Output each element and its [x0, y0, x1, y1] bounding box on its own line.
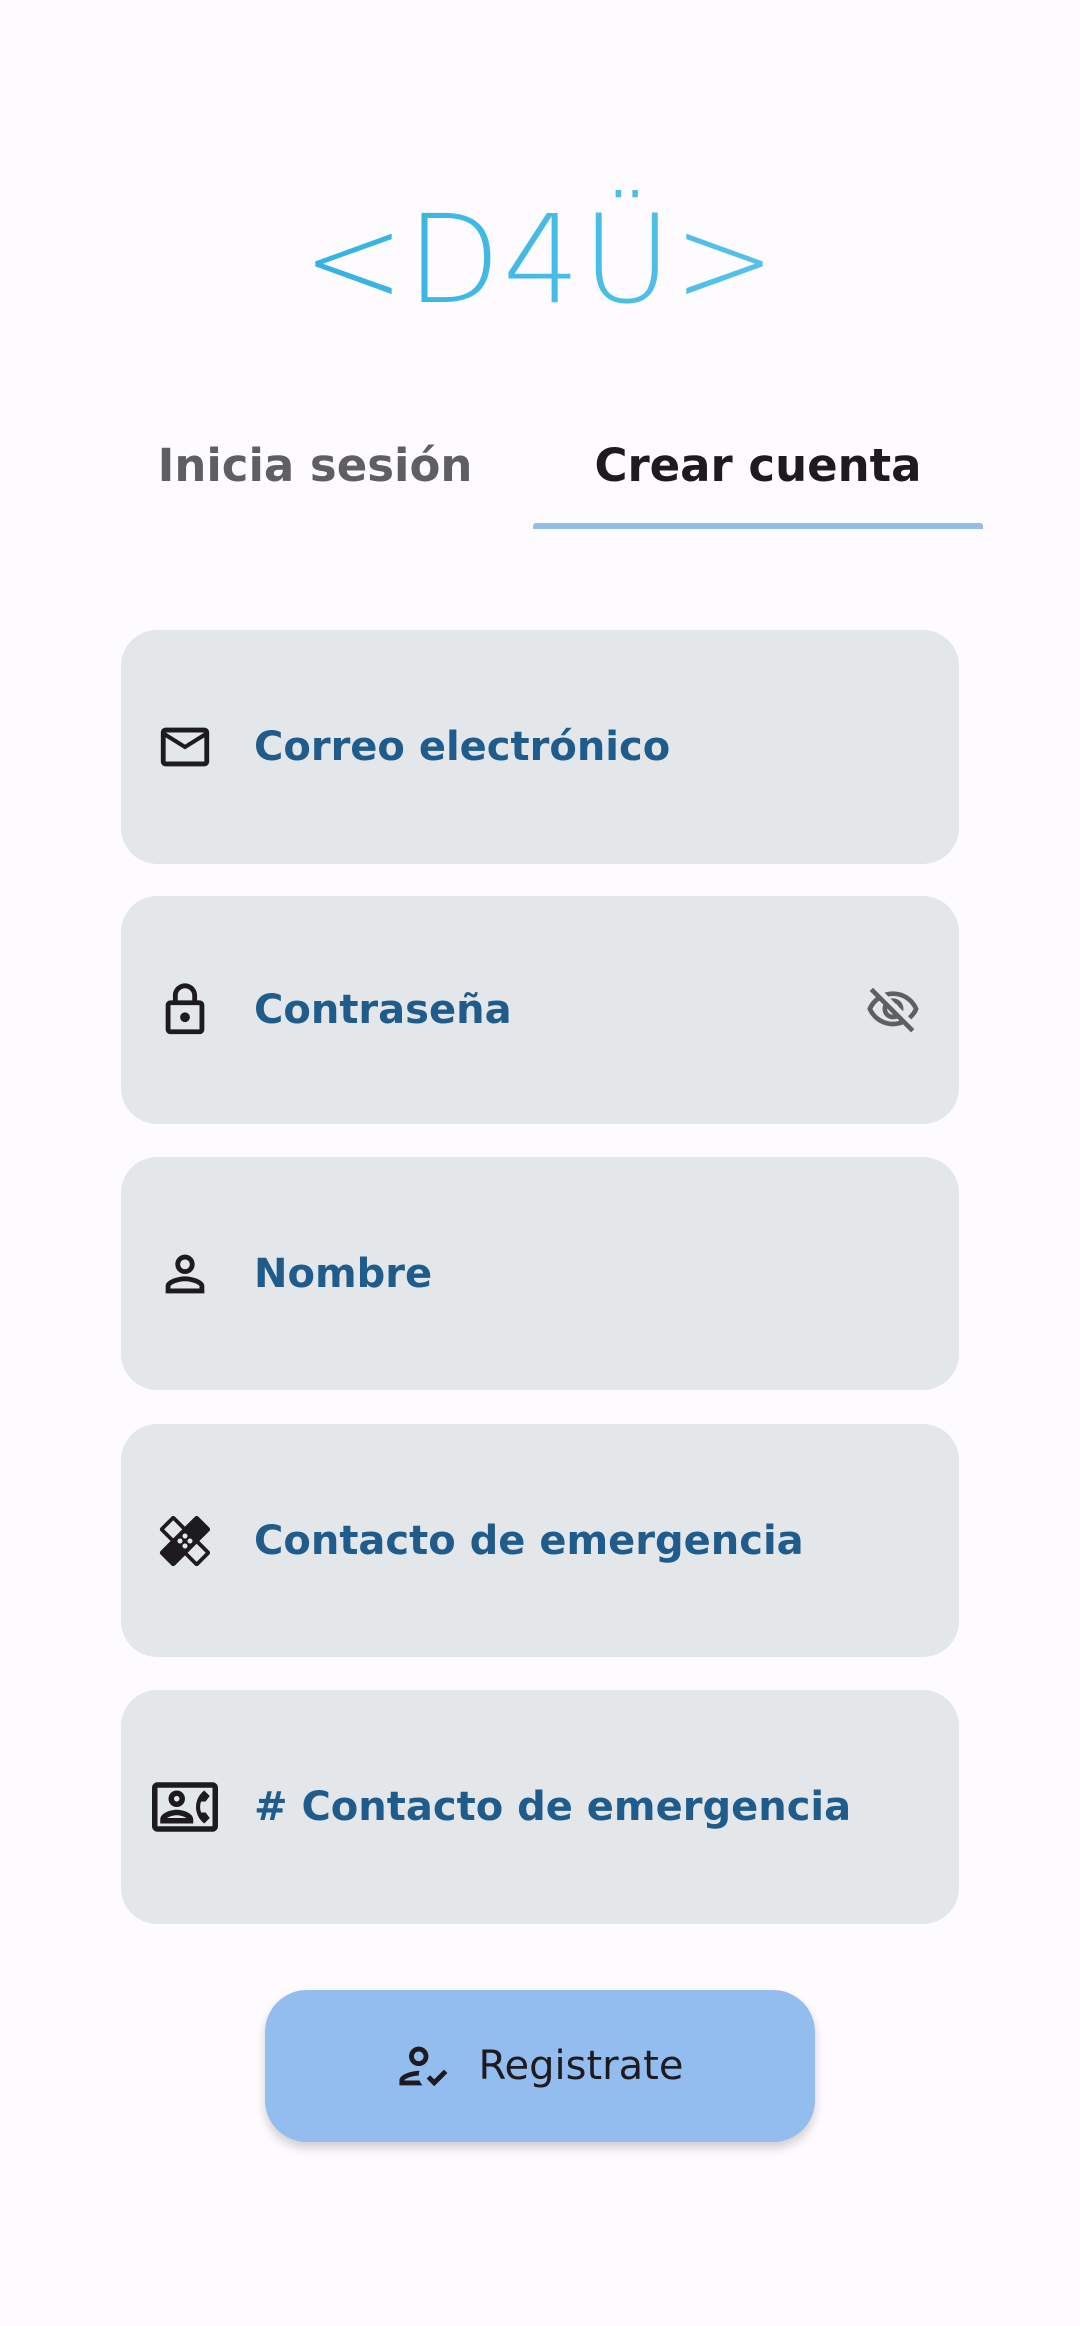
name-field[interactable]: Nombre	[121, 1157, 959, 1390]
tab-indicator	[533, 523, 983, 529]
tab-signup[interactable]: Crear cuenta	[533, 400, 983, 530]
register-button[interactable]: Registrate	[265, 1990, 815, 2142]
mail-icon	[151, 713, 219, 781]
how-to-reg-icon	[397, 2037, 455, 2095]
emergency-phone-placeholder: # Contacto de emergencia	[254, 1784, 852, 1830]
contact-phone-icon	[151, 1773, 219, 1841]
emergency-contact-field[interactable]: Contacto de emergencia	[121, 1424, 959, 1657]
email-placeholder: Correo electrónico	[254, 724, 671, 770]
auth-tabs: Inicia sesión Crear cuenta	[0, 400, 1080, 530]
password-field[interactable]: Contraseña	[121, 896, 959, 1124]
app-logo: <D4Ü>	[0, 185, 1080, 335]
healing-icon	[151, 1507, 219, 1575]
person-icon	[151, 1240, 219, 1308]
emergency-contact-placeholder: Contacto de emergencia	[254, 1517, 804, 1564]
register-button-label: Registrate	[478, 2043, 684, 2089]
name-placeholder: Nombre	[254, 1250, 433, 1297]
lock-icon	[151, 976, 219, 1044]
tab-login[interactable]: Inicia sesión	[120, 400, 510, 530]
password-placeholder: Contraseña	[254, 987, 512, 1033]
email-field[interactable]: Correo electrónico	[121, 630, 959, 864]
emergency-phone-field[interactable]: # Contacto de emergencia	[121, 1690, 959, 1924]
visibility-off-icon[interactable]	[863, 980, 923, 1040]
signup-screen: <D4Ü> Inicia sesión Crear cuenta Correo …	[0, 0, 1080, 2326]
